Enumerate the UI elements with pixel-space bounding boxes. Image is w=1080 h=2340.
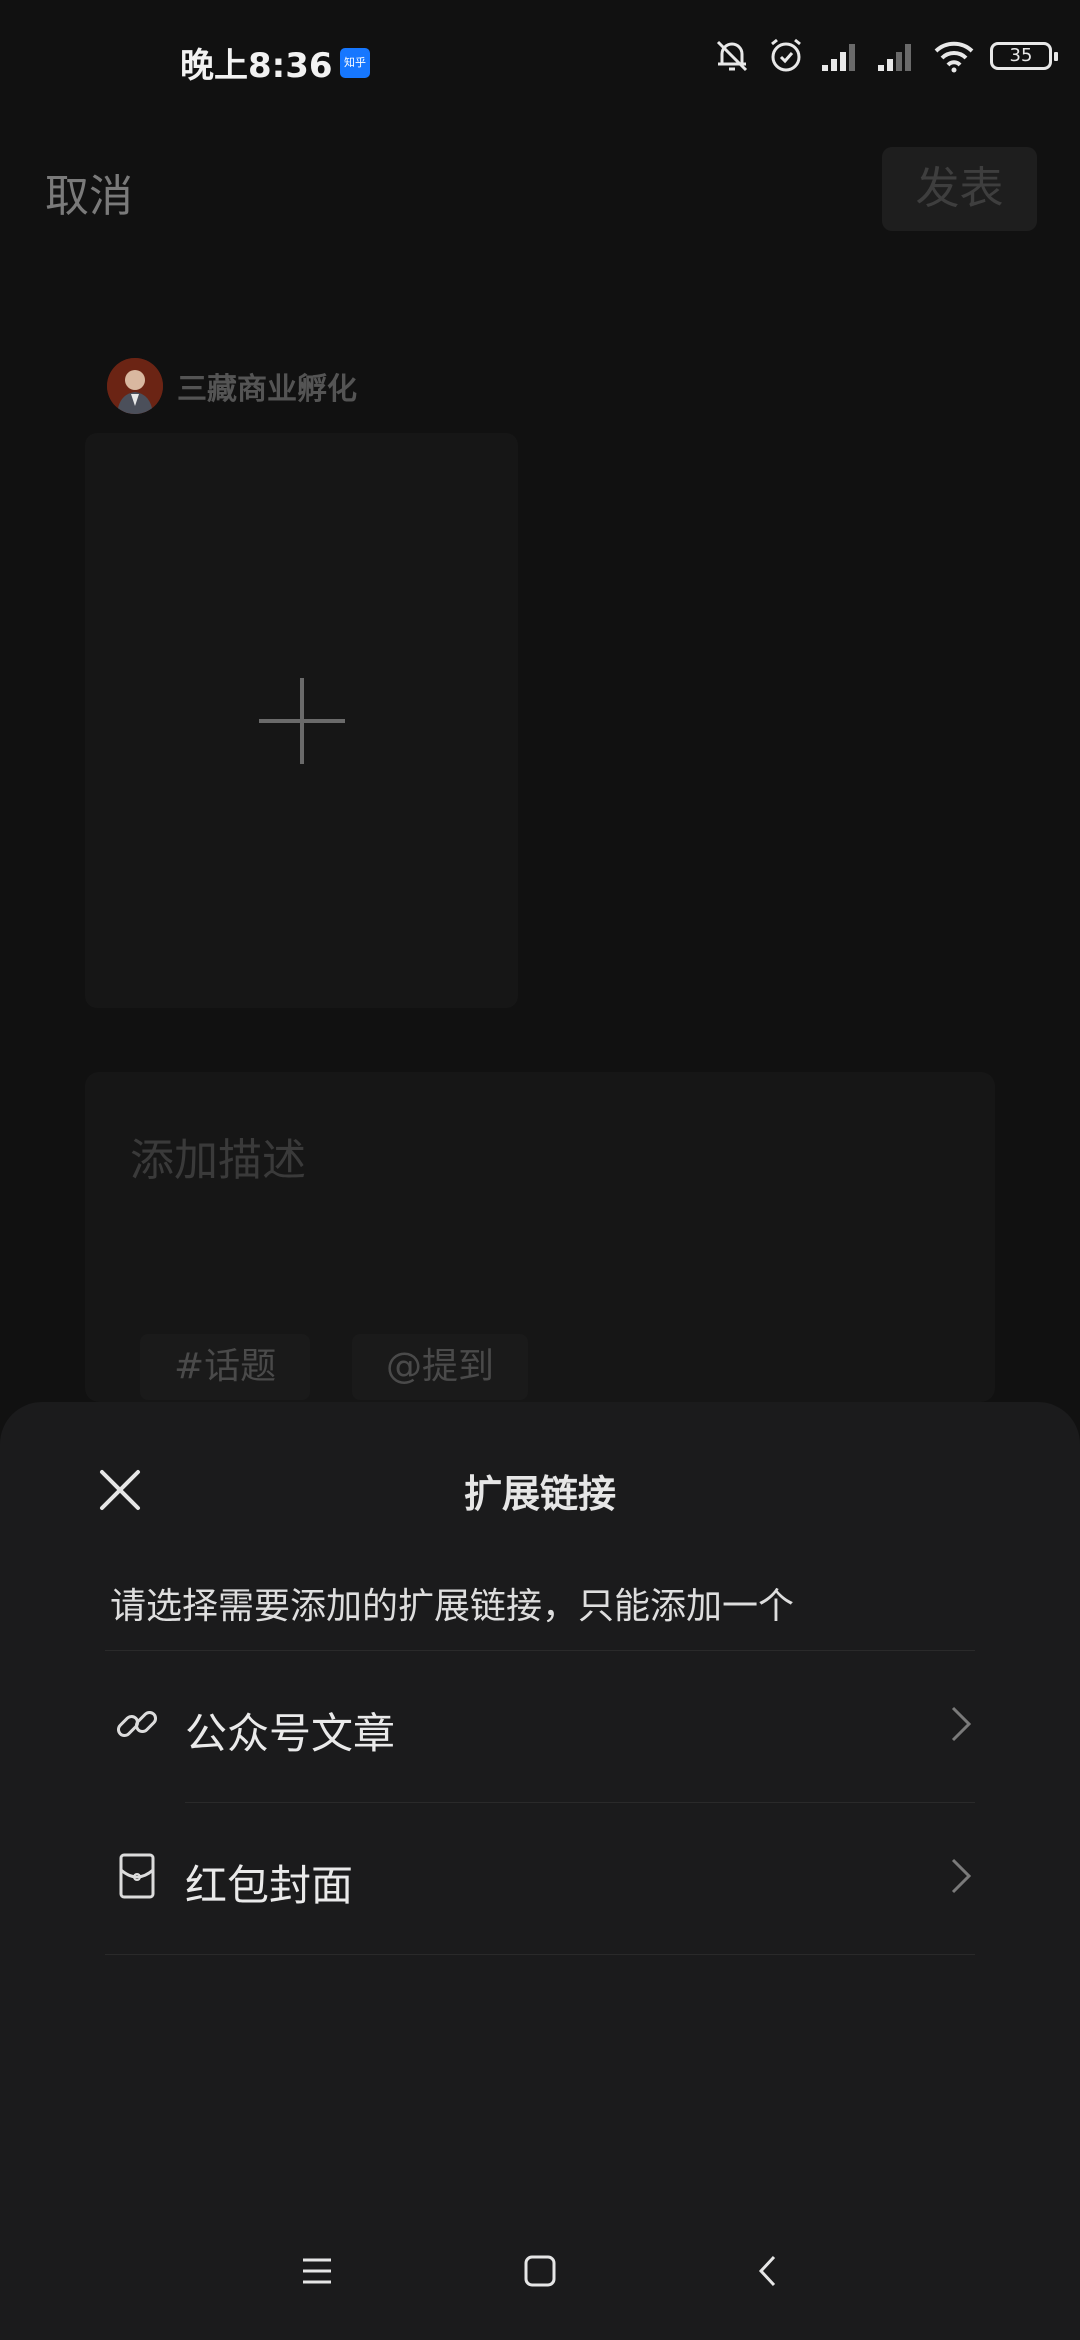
divider [105, 1650, 975, 1651]
sheet-title: 扩展链接 [463, 1472, 616, 1516]
author-name: 三藏商业孵化 [177, 372, 357, 407]
description-input[interactable]: 添加描述 #话题 @提到 [85, 1072, 995, 1402]
avatar-image [107, 358, 163, 414]
publish-button[interactable]: 发表 [882, 147, 1037, 231]
back-icon[interactable] [752, 2254, 786, 2288]
status-icons: 35 [712, 36, 1058, 76]
option-red-packet-cover[interactable]: 红包封面 [105, 1804, 975, 1954]
mute-bell-icon [716, 40, 748, 72]
signal-icon [822, 44, 855, 71]
battery-indicator: 35 [990, 42, 1058, 70]
avatar [107, 358, 163, 414]
option-label: 红包封面 [185, 1861, 354, 1910]
divider [185, 1802, 975, 1803]
option-label: 公众号文章 [185, 1709, 396, 1758]
author-row: 三藏商业孵化 [107, 358, 357, 414]
status-time: 晚上8:36 [180, 46, 333, 86]
mention-chip[interactable]: @提到 [352, 1334, 529, 1400]
alarm-icon [771, 38, 801, 72]
wifi-icon [934, 41, 974, 73]
chevron-right-icon [951, 1706, 972, 1742]
add-media-card[interactable] [85, 433, 518, 1008]
description-placeholder: 添加描述 [130, 1135, 306, 1186]
home-icon[interactable] [523, 2254, 557, 2288]
link-icon [116, 1710, 158, 1738]
menu-icon[interactable] [300, 2254, 334, 2288]
divider [105, 1954, 975, 1955]
signal-icon-2 [878, 44, 911, 71]
sheet-hint: 请选择需要添加的扩展链接，只能添加一个 [110, 1586, 795, 1627]
zhihu-app-icon: 知乎 [340, 48, 370, 78]
system-nav-bar [0, 2230, 1080, 2340]
option-article-link[interactable]: 公众号文章 [105, 1652, 975, 1802]
plus-icon [259, 678, 345, 764]
topic-chip[interactable]: #话题 [140, 1334, 311, 1400]
chevron-right-icon [951, 1858, 972, 1894]
cancel-button[interactable]: 取消 [45, 160, 133, 224]
status-bar: 晚上8:36 知乎 35 [0, 0, 1080, 125]
extension-link-sheet: 扩展链接 请选择需要添加的扩展链接，只能添加一个 公众号文章 红包封面 [0, 1402, 1080, 2340]
header: 取消 发表 [0, 125, 1080, 255]
red-packet-icon [119, 1853, 155, 1899]
